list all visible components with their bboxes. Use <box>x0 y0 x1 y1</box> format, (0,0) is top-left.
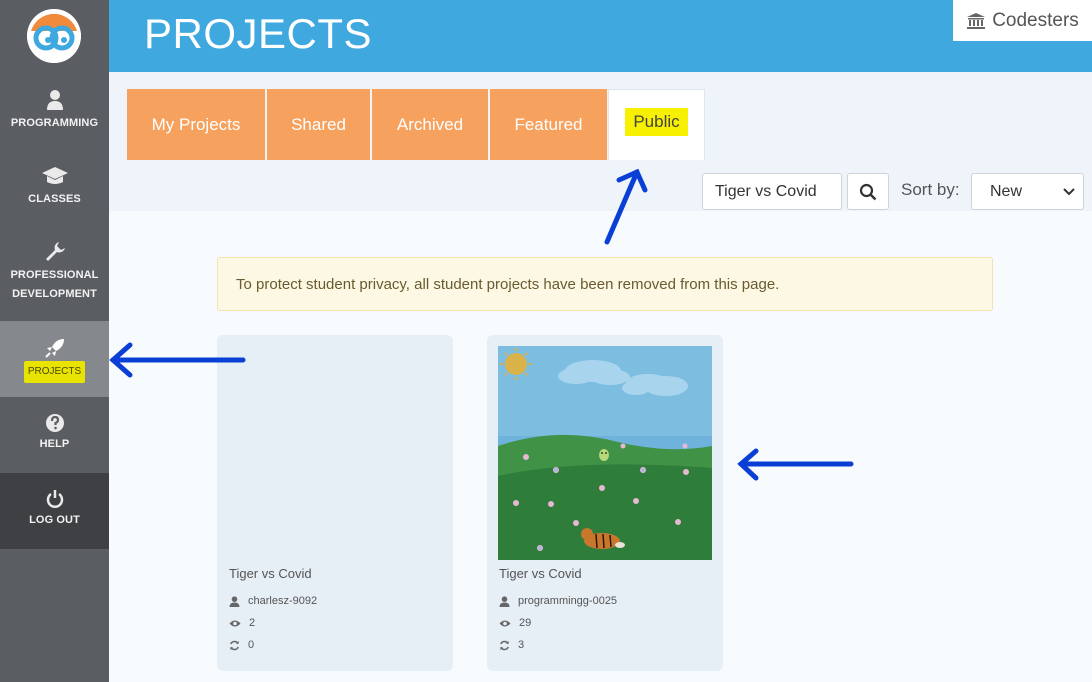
privacy-notice: To protect student privacy, all student … <box>217 257 993 311</box>
project-author: charlesz-9092 <box>229 595 317 607</box>
project-title: Tiger vs Covid <box>229 566 312 581</box>
tab-label: Public <box>625 108 688 136</box>
brand-name: Codesters <box>992 9 1079 31</box>
question-icon <box>45 414 64 432</box>
project-thumbnail <box>498 346 712 560</box>
sidebar-item-label: HELP <box>39 438 70 450</box>
chevron-down-icon <box>1063 187 1075 195</box>
notice-text: To protect student privacy, all student … <box>236 275 780 293</box>
search-input[interactable] <box>702 173 842 210</box>
sidebar-item-help[interactable]: HELP <box>0 397 109 473</box>
sort-selected-value: New <box>990 182 1023 200</box>
sidebar-item-classes[interactable]: CLASSES <box>0 161 109 237</box>
tab-shared[interactable]: Shared <box>267 89 370 160</box>
project-author: programmingg-0025 <box>499 595 617 607</box>
codesters-logo[interactable] <box>27 9 81 63</box>
sidebar-item-projects[interactable]: PROJECTS <box>0 321 109 397</box>
page-title: PROJECTS <box>144 10 373 57</box>
user-icon <box>499 595 510 607</box>
tab-label: My Projects <box>151 114 241 134</box>
bank-icon <box>967 12 986 29</box>
project-title: Tiger vs Covid <box>499 566 582 581</box>
user-icon <box>229 595 240 607</box>
sidebar-item-label: LOG OUT <box>29 514 80 526</box>
tab-featured[interactable]: Featured <box>490 89 607 160</box>
project-remixes: 3 <box>499 639 524 651</box>
sidebar-item-label: CLASSES <box>28 193 81 205</box>
view-count: 29 <box>519 617 532 629</box>
sidebar-item-logout[interactable]: LOG OUT <box>0 473 109 549</box>
remix-count: 0 <box>248 639 255 651</box>
author-name: programmingg-0025 <box>518 595 618 607</box>
wrench-icon <box>45 242 65 261</box>
project-views: 29 <box>499 617 531 629</box>
sidebar-item-label: PROGRAMMING <box>10 117 99 129</box>
sidebar-item-label: PROFESSIONAL DEVELOPMENT <box>10 269 99 300</box>
brand-link[interactable]: Codesters <box>953 0 1092 41</box>
author-name: charlesz-9092 <box>248 595 318 607</box>
header: PROJECTS Codesters <box>109 0 1092 72</box>
sidebar-item-label: PROJECTS <box>23 361 86 383</box>
tab-label: Shared <box>291 114 346 134</box>
remix-count: 3 <box>518 639 525 651</box>
tab-label: Archived <box>396 114 464 134</box>
sort-select[interactable]: New <box>971 173 1084 210</box>
sidebar: PROGRAMMING CLASSES PROFESSIONAL DEVELOP… <box>0 0 109 682</box>
sort-label: Sort by: <box>901 180 960 199</box>
rocket-icon <box>44 339 64 358</box>
search-icon <box>859 183 877 200</box>
project-card[interactable]: Tiger vs Covid programmingg-0025 29 3 <box>487 335 723 671</box>
sidebar-item-programming[interactable]: PROGRAMMING <box>0 85 109 161</box>
project-card[interactable]: Tiger vs Covid charlesz-9092 2 0 <box>217 335 453 671</box>
eye-icon <box>229 620 241 626</box>
power-icon <box>46 490 63 508</box>
tab-archived[interactable]: Archived <box>372 89 488 160</box>
logo-mark-icon <box>27 9 81 63</box>
tab-label: Featured <box>514 114 583 134</box>
graduation-cap-icon <box>41 167 68 184</box>
project-remixes: 0 <box>229 639 254 651</box>
refresh-icon <box>500 640 509 650</box>
tab-my-projects[interactable]: My Projects <box>127 89 265 160</box>
search-button[interactable] <box>847 173 889 210</box>
user-icon <box>46 90 63 110</box>
project-views: 2 <box>229 617 255 629</box>
sidebar-item-professional-development[interactable]: PROFESSIONAL DEVELOPMENT <box>0 237 109 321</box>
view-count: 2 <box>249 617 256 629</box>
tab-public[interactable]: Public <box>608 89 705 160</box>
refresh-icon <box>230 640 239 650</box>
eye-icon <box>499 620 511 626</box>
